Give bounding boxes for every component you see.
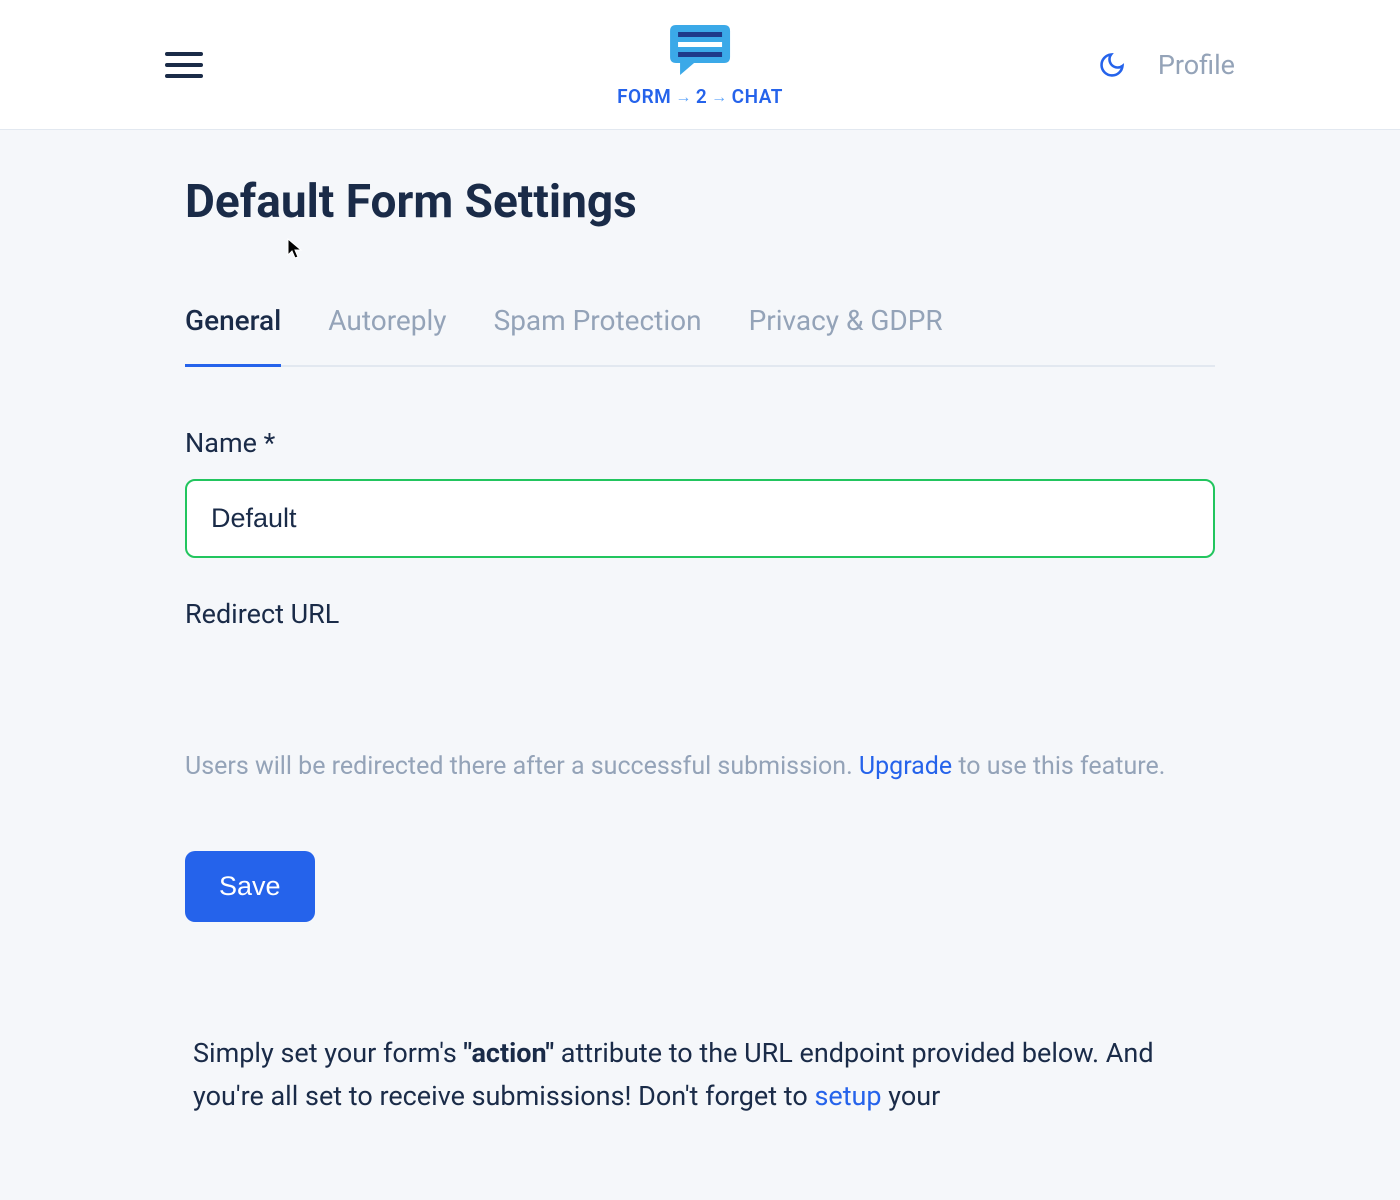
logo-text: FORM → 2 → CHAT <box>617 85 783 108</box>
tab-privacy-gdpr[interactable]: Privacy & GDPR <box>749 304 943 365</box>
app-header: FORM → 2 → CHAT Profile <box>0 0 1400 130</box>
dark-mode-toggle-icon[interactable] <box>1098 51 1126 79</box>
tabs-nav: General Autoreply Spam Protection Privac… <box>185 304 1215 367</box>
hamburger-menu-icon[interactable] <box>165 52 203 78</box>
tab-spam-protection[interactable]: Spam Protection <box>494 304 702 365</box>
profile-link[interactable]: Profile <box>1158 49 1235 81</box>
save-button[interactable]: Save <box>185 851 315 922</box>
form-group-redirect: Redirect URL Users will be redirected th… <box>185 598 1215 786</box>
tab-autoreply[interactable]: Autoreply <box>328 304 446 365</box>
main-content: Default Form Settings General Autoreply … <box>0 130 1400 1118</box>
tab-general[interactable]: General <box>185 304 281 365</box>
redirect-help-text: Users will be redirected there after a s… <box>185 748 1215 786</box>
header-right: Profile <box>1098 49 1235 81</box>
name-label: Name * <box>185 427 1215 459</box>
name-input[interactable] <box>185 479 1215 558</box>
app-logo[interactable]: FORM → 2 → CHAT <box>617 21 783 108</box>
redirect-url-input[interactable] <box>185 650 1215 738</box>
help-description: Simply set your form's "action" attribut… <box>185 1032 1215 1118</box>
page-title: Default Form Settings <box>185 175 1215 229</box>
setup-link[interactable]: setup <box>814 1080 881 1112</box>
form-group-name: Name * <box>185 427 1215 558</box>
redirect-url-label: Redirect URL <box>185 598 1215 630</box>
upgrade-link[interactable]: Upgrade <box>859 752 952 781</box>
logo-chat-icon <box>666 21 734 79</box>
